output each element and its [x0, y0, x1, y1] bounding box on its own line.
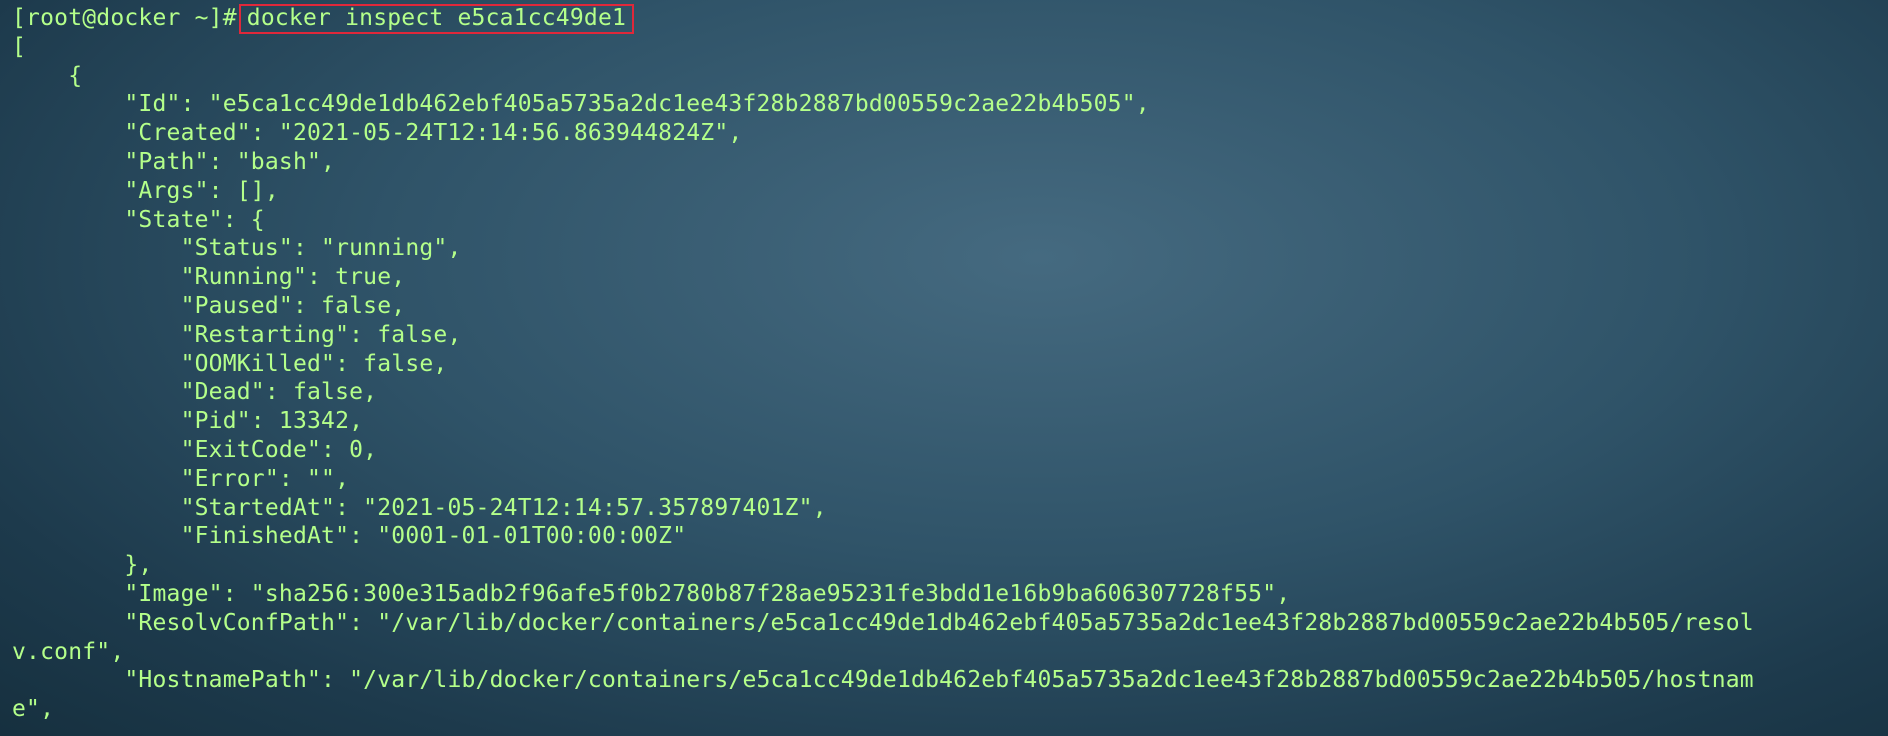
- output-line-23: e",: [12, 696, 55, 723]
- output-line-13: "Pid": 13342,: [12, 408, 364, 435]
- output-line-17: "FinishedAt": "0001-01-01T00:00:00Z": [12, 523, 687, 550]
- output-line-15: "Error": "",: [12, 465, 350, 492]
- output-line-2: "Id": "e5ca1cc49de1db462ebf405a5735a2dc1…: [12, 91, 1150, 118]
- prompt-line: [root@docker ~]# docker inspect e5ca1cc49…: [12, 4, 1888, 34]
- output-line-6: "State": {: [12, 206, 265, 233]
- output-line-0: [: [12, 33, 27, 60]
- output-line-12: "Dead": false,: [12, 379, 378, 406]
- output-line-16: "StartedAt": "2021-05-24T12:14:57.357897…: [12, 494, 827, 521]
- output-line-14: "ExitCode": 0,: [12, 436, 378, 463]
- output-line-8: "Running": true,: [12, 264, 406, 291]
- output-line-1: {: [12, 62, 83, 89]
- output-line-11: "OOMKilled": false,: [12, 350, 448, 377]
- output-line-10: "Restarting": false,: [12, 321, 462, 348]
- shell-prompt: [root@docker ~]#: [12, 5, 237, 31]
- output-line-22: "HostnamePath": "/var/lib/docker/contain…: [12, 667, 1754, 694]
- output-line-4: "Path": "bash",: [12, 148, 336, 175]
- output-line-9: "Paused": false,: [12, 292, 406, 319]
- output-line-21: v.conf",: [12, 638, 125, 665]
- terminal-window[interactable]: [root@docker ~]# docker inspect e5ca1cc49…: [0, 0, 1888, 736]
- output-line-5: "Args": [],: [12, 177, 279, 204]
- output-line-20: "ResolvConfPath": "/var/lib/docker/conta…: [12, 609, 1754, 636]
- output-line-18: },: [12, 552, 153, 579]
- output-line-3: "Created": "2021-05-24T12:14:56.86394482…: [12, 120, 743, 147]
- output-line-19: "Image": "sha256:300e315adb2f96afe5f0b27…: [12, 580, 1291, 607]
- highlighted-command[interactable]: docker inspect e5ca1cc49de1: [238, 4, 635, 34]
- output-line-7: "Status": "running",: [12, 235, 462, 262]
